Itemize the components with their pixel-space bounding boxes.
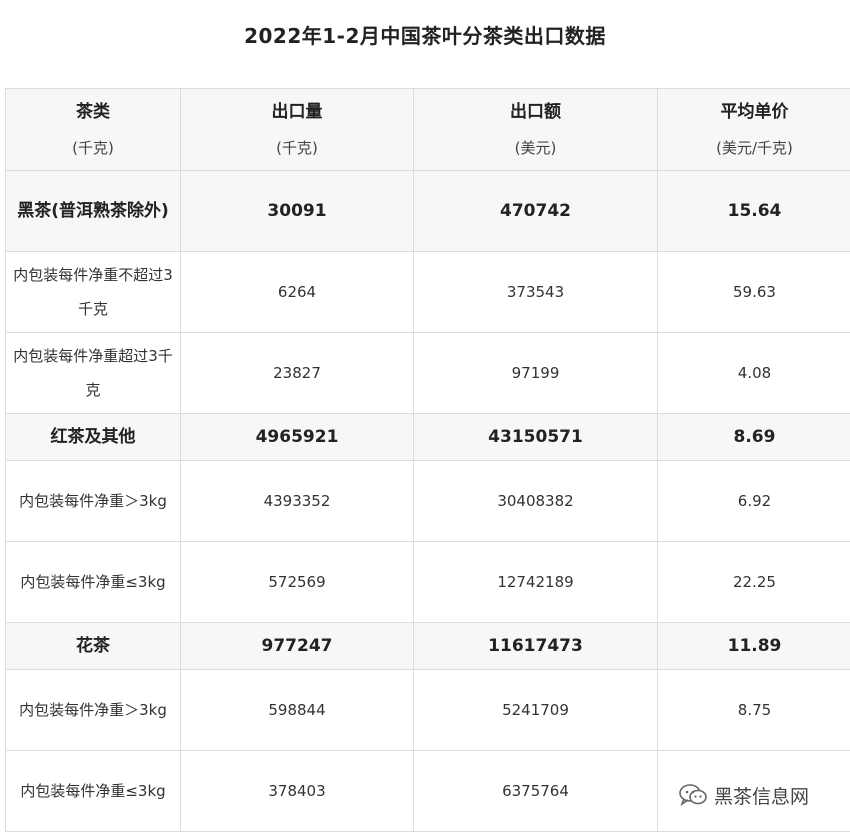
row-value: 97199 bbox=[413, 332, 658, 414]
table-header-row: 茶类 (千克) 出口量 (千克) 出口额 (美元) 平均单价 (美元/千克) bbox=[5, 88, 850, 171]
table-row: 红茶及其他 4965921 43150571 8.69 bbox=[5, 413, 850, 461]
header-category: 茶类 (千克) bbox=[5, 88, 181, 171]
table-row: 内包装每件净重超过3千克 23827 97199 4.08 bbox=[5, 332, 850, 414]
table-row: 内包装每件净重＞3kg 598844 5241709 8.75 bbox=[5, 669, 850, 751]
row-value: 12742189 bbox=[413, 541, 658, 623]
row-name: 内包装每件净重不超过3千克 bbox=[5, 251, 181, 333]
watermark: 黑茶信息网 bbox=[678, 780, 809, 810]
table-row: 内包装每件净重≤3kg 572569 12742189 22.25 bbox=[5, 541, 850, 623]
header-value: 出口额 (美元) bbox=[413, 88, 658, 171]
row-volume: 23827 bbox=[180, 332, 414, 414]
row-name: 花茶 bbox=[5, 622, 181, 670]
row-price: 4.08 bbox=[657, 332, 850, 414]
row-price: 15.64 bbox=[657, 170, 850, 252]
header-unit: (美元) bbox=[514, 138, 557, 157]
row-name: 内包装每件净重≤3kg bbox=[5, 750, 181, 832]
row-name: 内包装每件净重≤3kg bbox=[5, 541, 181, 623]
row-price: 8.69 bbox=[657, 413, 850, 461]
row-volume: 4393352 bbox=[180, 460, 414, 542]
row-price: 6.92 bbox=[657, 460, 850, 542]
row-name: 内包装每件净重超过3千克 bbox=[5, 332, 181, 414]
row-value: 30408382 bbox=[413, 460, 658, 542]
row-volume: 572569 bbox=[180, 541, 414, 623]
table-row: 黑茶(普洱熟茶除外) 30091 470742 15.64 bbox=[5, 170, 850, 252]
tea-export-table: 茶类 (千克) 出口量 (千克) 出口额 (美元) 平均单价 (美元/千克) 黑茶(普洱… bbox=[5, 88, 850, 832]
row-value: 11617473 bbox=[413, 622, 658, 670]
page-title: 2022年1-2月中国茶叶分茶类出口数据 bbox=[244, 24, 606, 48]
row-name: 红茶及其他 bbox=[5, 413, 181, 461]
header-unit: (千克) bbox=[276, 138, 318, 157]
row-price: 59.63 bbox=[657, 251, 850, 333]
row-volume: 4965921 bbox=[180, 413, 414, 461]
row-value: 43150571 bbox=[413, 413, 658, 461]
row-value: 5241709 bbox=[413, 669, 658, 751]
row-volume: 977247 bbox=[180, 622, 414, 670]
row-volume: 598844 bbox=[180, 669, 414, 751]
row-volume: 378403 bbox=[180, 750, 414, 832]
table-row: 内包装每件净重＞3kg 4393352 30408382 6.92 bbox=[5, 460, 850, 542]
row-volume: 30091 bbox=[180, 170, 414, 252]
header-volume: 出口量 (千克) bbox=[180, 88, 414, 171]
header-unit: (千克) bbox=[72, 138, 114, 157]
watermark-text: 黑茶信息网 bbox=[714, 785, 810, 808]
header-price: 平均单价 (美元/千克) bbox=[657, 88, 850, 171]
row-value: 373543 bbox=[413, 251, 658, 333]
table-row: 内包装每件净重不超过3千克 6264 373543 59.63 bbox=[5, 251, 850, 333]
row-name: 黑茶(普洱熟茶除外) bbox=[5, 170, 181, 252]
row-name: 内包装每件净重＞3kg bbox=[5, 669, 181, 751]
row-price: 8.75 bbox=[657, 669, 850, 751]
row-price: 22.25 bbox=[657, 541, 850, 623]
row-price: 11.89 bbox=[657, 622, 850, 670]
header-unit: (美元/千克) bbox=[716, 138, 793, 157]
row-name: 内包装每件净重＞3kg bbox=[5, 460, 181, 542]
table-row: 花茶 977247 11617473 11.89 bbox=[5, 622, 850, 670]
row-value: 6375764 bbox=[413, 750, 658, 832]
row-volume: 6264 bbox=[180, 251, 414, 333]
wechat-icon bbox=[679, 784, 707, 807]
row-value: 470742 bbox=[413, 170, 658, 252]
